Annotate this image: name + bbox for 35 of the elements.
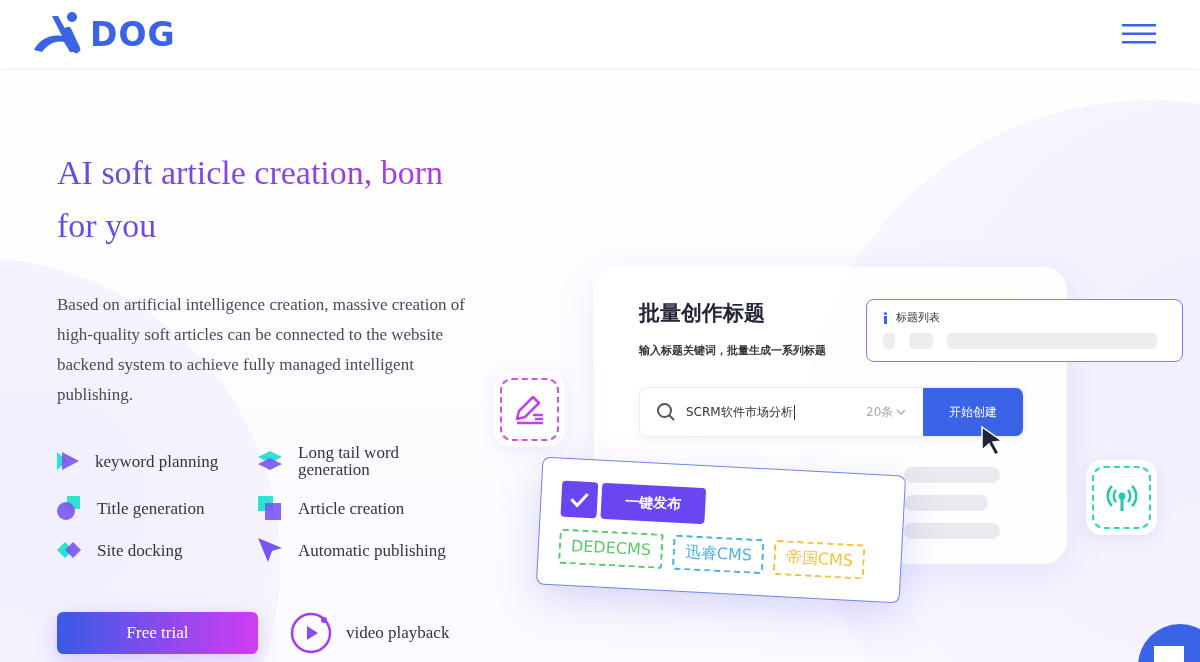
search-field[interactable]: SCRM软件市场分析 20条 开始创建: [639, 387, 1024, 437]
publish-button[interactable]: 一键发布: [600, 482, 707, 525]
layers-icon: [258, 451, 282, 471]
hero-title: for you: [57, 206, 157, 246]
cms-tag: 帝国CMS: [772, 539, 866, 580]
free-trial-button[interactable]: Free trial: [57, 612, 258, 654]
circle-square-icon: [57, 496, 81, 520]
hero-title: AI soft article creation, born: [57, 153, 444, 193]
video-link[interactable]: video playback: [290, 612, 450, 654]
feature-label: Article creation: [298, 499, 406, 517]
card-title: 批量创作标题: [639, 300, 765, 327]
play-circle-icon: [290, 612, 332, 654]
feature-label: keyword planning: [95, 452, 220, 470]
title-list-label: 标题列表: [883, 310, 1166, 325]
checkbox[interactable]: [560, 480, 599, 519]
feature-label: Long tail word generation: [298, 444, 401, 478]
chevron-down-icon: [896, 409, 907, 415]
feature-label: Automatic publishing: [298, 541, 447, 559]
antenna-icon: [1104, 482, 1139, 513]
start-button[interactable]: 开始创建: [923, 388, 1023, 436]
send-icon: [258, 538, 282, 562]
check-icon: [569, 491, 590, 509]
search-icon: [656, 402, 676, 422]
logo-text: DOG: [90, 14, 176, 54]
diamonds-icon: [57, 542, 81, 558]
feature-label: Site docking: [97, 541, 184, 559]
hero-description: Based on artificial intelligence creation, massive creation of high-quality soft articles can be connected to the website backend system to achieve fully managed intelligent publishing.: [57, 294, 466, 406]
play-icon: [57, 451, 79, 471]
card-subtitle: 输入标题关键词，批量生成一系列标题: [639, 343, 826, 358]
squares-icon: [258, 496, 282, 520]
feature-label: Title generation: [97, 499, 206, 517]
cms-tag: DEDECMS: [558, 528, 664, 569]
menu-icon[interactable]: [1122, 24, 1156, 44]
cms-tag: 迅睿CMS: [671, 534, 765, 575]
info-icon: [883, 311, 888, 324]
